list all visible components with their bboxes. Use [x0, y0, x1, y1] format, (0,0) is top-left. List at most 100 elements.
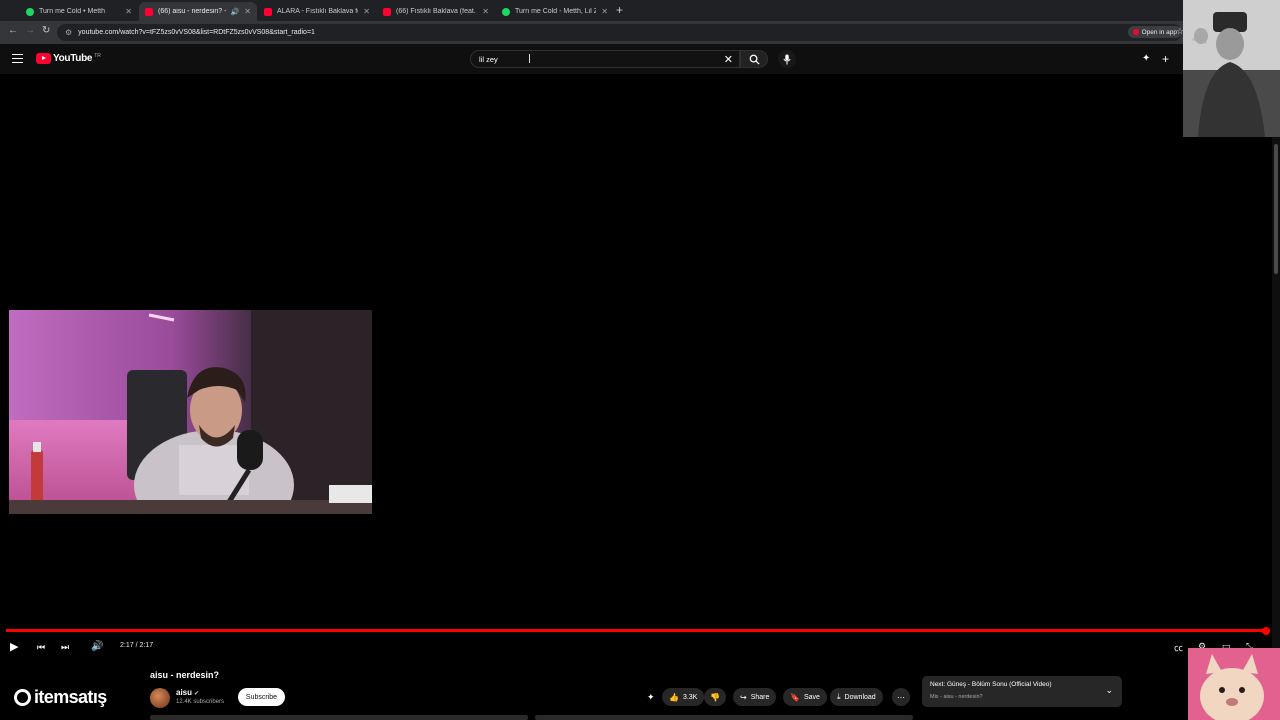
- tab-title: (66) aisu - nerdesin? - YouTube: [158, 8, 226, 15]
- time-display: 2:17 / 2:17: [120, 642, 154, 649]
- speaker-icon[interactable]: 🔊: [231, 8, 240, 16]
- microphone-icon: [783, 54, 791, 64]
- share-button[interactable]: ↪ Share: [733, 688, 777, 706]
- thumbs-up-icon: 👍: [669, 692, 679, 702]
- forward-arrow-icon[interactable]: →: [25, 25, 35, 36]
- channel-avatar[interactable]: [150, 688, 170, 708]
- open-in-app-button[interactable]: Open in app: [1127, 26, 1182, 38]
- up-next-panel[interactable]: Next: Güneş - Bölüm Sonu (Official Video…: [922, 676, 1122, 707]
- captions-icon[interactable]: ㏄: [1174, 641, 1183, 654]
- tab-title: (66) Fıstıklı Baklava (feat. kenan...: [396, 8, 477, 15]
- subscribe-button[interactable]: Subscribe: [238, 688, 285, 706]
- save-label: Save: [803, 693, 820, 701]
- tab-title: ALARA - Fıstıklı Baklava feat. Ke...: [277, 8, 358, 15]
- download-button[interactable]: ⤓ Download: [830, 688, 883, 706]
- youtube-icon: [1132, 29, 1139, 35]
- new-tab-button[interactable]: +: [616, 3, 623, 17]
- open-in-app-label: Open in app: [1141, 28, 1177, 36]
- overlay-cat-image: [1188, 648, 1280, 720]
- chevron-down-icon[interactable]: ⌄: [1105, 685, 1113, 696]
- webcam-image: [9, 310, 372, 514]
- text-cursor: [529, 54, 530, 63]
- like-button[interactable]: 👍 3.3K: [662, 688, 705, 706]
- close-icon[interactable]: ✕: [244, 7, 251, 16]
- sparkle-icon[interactable]: ✦: [1142, 53, 1150, 64]
- download-icon: ⤓: [837, 692, 841, 701]
- clear-search-icon[interactable]: ✕: [724, 53, 733, 66]
- youtube-logo[interactable]: YouTube TR: [36, 53, 101, 64]
- tab-title: Turn me Cold - Metth, Lil Zey: [515, 8, 597, 15]
- close-icon[interactable]: ✕: [601, 7, 608, 16]
- thumbs-down-icon: 👎: [710, 692, 720, 702]
- streamer-webcam: [9, 310, 372, 514]
- up-next-subtitle: Mix - aisu - nerdesin?: [930, 694, 983, 700]
- download-label: Download: [844, 693, 876, 701]
- overlay-cat-video: [1188, 648, 1280, 720]
- progress-bar[interactable]: [6, 626, 1270, 635]
- description-box-edge: [150, 715, 528, 720]
- browser-tab-strip: Turn me Cold • Metth ✕ (66) aisu - nerde…: [0, 0, 1280, 21]
- create-button[interactable]: +: [1162, 52, 1169, 66]
- save-button[interactable]: 🔖 Save: [783, 688, 827, 706]
- search-input[interactable]: [479, 54, 699, 64]
- subscriber-count: 12.4K subscribers: [176, 699, 225, 705]
- close-icon[interactable]: ✕: [482, 7, 489, 16]
- search-button[interactable]: [740, 50, 768, 68]
- back-arrow-icon[interactable]: ←: [8, 25, 18, 36]
- browser-tab[interactable]: ALARA - Fıstıklı Baklava feat. Ke... ✕: [258, 2, 376, 21]
- sparkle-icon[interactable]: ✦: [647, 692, 655, 703]
- next-icon[interactable]: ⏭: [61, 640, 69, 654]
- search-box: ✕: [470, 50, 740, 68]
- description-box-edge: [535, 715, 913, 720]
- address-bar[interactable]: ⚙ youtube.com/watch?v=tFZ5zs0vVS08&list=…: [57, 24, 1182, 41]
- youtube-icon: [383, 7, 391, 16]
- share-label: Share: [750, 693, 770, 701]
- share-icon: ↪: [740, 692, 747, 702]
- previous-icon[interactable]: ⏮: [37, 640, 45, 654]
- browser-tab[interactable]: Turn me Cold - Metth, Lil Zey ✕: [496, 2, 614, 21]
- more-actions-button[interactable]: ⋯: [892, 688, 910, 706]
- scrollbar-thumb[interactable]: [1274, 144, 1278, 274]
- browser-toolbar: ← → ↻ ⚙ youtube.com/watch?v=tFZ5zs0vVS08…: [0, 21, 1280, 44]
- youtube-play-icon: [36, 53, 51, 64]
- verified-icon: ✔: [194, 691, 200, 697]
- up-next-title: Next: Güneş - Bölüm Sonu (Official Video…: [930, 681, 1052, 688]
- search-icon: [749, 54, 760, 65]
- logo-text: YouTube: [53, 53, 93, 64]
- menu-icon[interactable]: [12, 54, 23, 63]
- youtube-icon: [264, 7, 272, 16]
- sponsor-logo-mark: [14, 689, 31, 706]
- spotify-icon: [26, 7, 34, 16]
- video-title: aisu - nerdesin?: [150, 670, 220, 680]
- country-code: TR: [94, 52, 101, 59]
- tab-title: Turn me Cold • Metth: [39, 8, 105, 15]
- close-icon[interactable]: ✕: [125, 7, 132, 16]
- url-text: youtube.com/watch?v=tFZ5zs0vVS08&list=RD…: [78, 29, 315, 36]
- browser-tab[interactable]: (66) Fıstıklı Baklava (feat. kenan... ✕: [377, 2, 495, 21]
- voice-search-button[interactable]: [778, 50, 796, 68]
- page-scrollbar[interactable]: [1272, 74, 1280, 720]
- youtube-icon: [145, 7, 153, 16]
- youtube-masthead: YouTube TR ✕ ✦ +: [0, 44, 1280, 74]
- site-info-icon[interactable]: ⚙: [65, 28, 72, 37]
- spotify-icon: [502, 7, 510, 16]
- channel-name[interactable]: aisu: [176, 688, 192, 697]
- channel-name-row[interactable]: aisu ✔: [176, 688, 199, 697]
- more-icon: ⋯: [897, 692, 905, 702]
- player-controls: ▶ ⏮ ⏭ 🔊 2:17 / 2:17 ㏄ ⚙ ▭ ⤡: [0, 638, 1270, 656]
- reload-icon[interactable]: ↻: [42, 25, 50, 36]
- sponsor-logo-text: itemsatış: [34, 687, 107, 707]
- close-icon[interactable]: ✕: [363, 7, 370, 16]
- browser-tab-active[interactable]: (66) aisu - nerdesin? - YouTube 🔊 ✕: [139, 2, 257, 21]
- volume-icon[interactable]: 🔊: [91, 640, 103, 654]
- progress-scrubber[interactable]: [1262, 626, 1270, 635]
- bookmark-icon: 🔖: [790, 692, 800, 702]
- overlay-photo-image: [1183, 0, 1280, 137]
- dislike-button[interactable]: 👎: [704, 688, 726, 706]
- overlay-photo: [1183, 0, 1280, 137]
- video-player[interactable]: ▶ ⏮ ⏭ 🔊 2:17 / 2:17 ㏄ ⚙ ▭ ⤡: [0, 74, 1270, 662]
- like-count: 3.3K: [682, 693, 698, 701]
- browser-tab[interactable]: Turn me Cold • Metth ✕: [20, 2, 138, 21]
- sponsor-logo: itemsatış: [14, 687, 107, 708]
- play-icon[interactable]: ▶: [10, 640, 18, 654]
